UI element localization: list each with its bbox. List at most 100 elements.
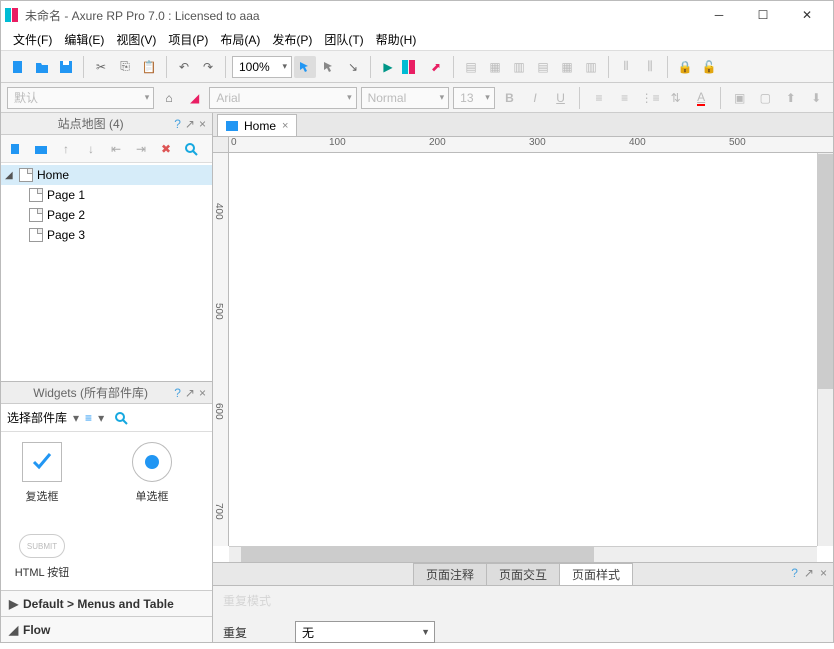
- tab-page-notes[interactable]: 页面注释: [413, 563, 487, 585]
- align-right-icon[interactable]: ▥: [508, 56, 530, 78]
- sitemap-toolbar: ↑ ↓ ⇤ ⇥ ✖: [1, 135, 212, 163]
- tab-label: Home: [244, 119, 276, 133]
- unlock-icon[interactable]: 🔓: [698, 56, 720, 78]
- design-canvas[interactable]: [229, 153, 817, 546]
- connector-icon[interactable]: ↘: [342, 56, 364, 78]
- view-list-icon[interactable]: ≡: [85, 411, 92, 425]
- menu-view[interactable]: 视图(V): [112, 29, 160, 50]
- vertical-scrollbar[interactable]: [817, 153, 833, 546]
- view-dropdown-icon[interactable]: ▾: [98, 411, 104, 425]
- tree-row-page1[interactable]: Page 1: [1, 185, 212, 205]
- tab-page-style[interactable]: 页面样式: [559, 563, 633, 585]
- menu-help[interactable]: 帮助(H): [372, 29, 421, 50]
- widgets-search-icon[interactable]: [110, 407, 132, 429]
- align-bottom-icon[interactable]: ▥: [580, 56, 602, 78]
- sitemap-search-icon[interactable]: [180, 138, 202, 160]
- redo-icon[interactable]: ↷: [197, 56, 219, 78]
- bold-icon[interactable]: B: [499, 87, 521, 109]
- front-icon[interactable]: ⬆: [780, 87, 802, 109]
- menu-publish[interactable]: 发布(P): [268, 29, 316, 50]
- select-mode-icon[interactable]: [294, 56, 316, 78]
- publish-icon[interactable]: [401, 56, 423, 78]
- save-icon[interactable]: [55, 56, 77, 78]
- text-align-left-icon[interactable]: ≡: [588, 87, 610, 109]
- lock-icon[interactable]: 🔒: [674, 56, 696, 78]
- category-menus-tables[interactable]: ▶ Default > Menus and Table: [1, 590, 212, 616]
- add-folder-icon[interactable]: [30, 138, 52, 160]
- move-up-icon[interactable]: ↑: [55, 138, 77, 160]
- group-icon[interactable]: ▣: [729, 87, 751, 109]
- menu-team[interactable]: 团队(T): [320, 29, 367, 50]
- open-file-icon[interactable]: [31, 56, 53, 78]
- paint-bucket-icon[interactable]: ◢: [184, 87, 206, 109]
- underline-icon[interactable]: U: [550, 87, 572, 109]
- category-flow[interactable]: ◢ Flow: [1, 616, 212, 642]
- delete-page-icon[interactable]: ✖: [155, 138, 177, 160]
- library-dropdown-icon[interactable]: ▾: [73, 411, 79, 425]
- menu-project[interactable]: 项目(P): [164, 29, 212, 50]
- align-top-icon[interactable]: ▤: [532, 56, 554, 78]
- align-center-icon[interactable]: ▦: [484, 56, 506, 78]
- repeat-dropdown[interactable]: 无: [295, 621, 435, 643]
- tree-row-page3[interactable]: Page 3: [1, 225, 212, 245]
- back-icon[interactable]: ⬇: [806, 87, 828, 109]
- menu-file[interactable]: 文件(F): [9, 29, 56, 50]
- horizontal-scrollbar[interactable]: [229, 546, 817, 562]
- collapse-icon[interactable]: ◢: [5, 170, 15, 181]
- library-selector-label[interactable]: 选择部件库: [7, 409, 67, 426]
- widget-grid: 复选框 单选框 SUBMIT HTML 按钮: [1, 432, 212, 590]
- undo-icon[interactable]: ↶: [173, 56, 195, 78]
- text-color-icon[interactable]: A: [690, 87, 712, 109]
- indent-icon[interactable]: ⇥: [130, 138, 152, 160]
- main-toolbar: ✂ ⎘ 📋 ↶ ↷ 100% ↘ ▶ ⬈ ▤ ▦ ▥ ▤ ▦ ▥ ⫴ ⫼ 🔒 🔓: [1, 51, 833, 83]
- distribute-v-icon[interactable]: ⫼: [639, 56, 661, 78]
- close-button[interactable]: ✕: [785, 3, 829, 27]
- select-contained-icon[interactable]: [318, 56, 340, 78]
- weight-dropdown[interactable]: Normal: [361, 87, 450, 109]
- tab-home[interactable]: Home ×: [217, 114, 297, 136]
- fontsize-dropdown[interactable]: 13: [453, 87, 495, 109]
- widgets-expand-icon[interactable]: ↗: [185, 386, 195, 400]
- format-toolbar: 默认 ⌂ ◢ Arial Normal 13 B I U ≡ ≡ ⋮≡ ⇅ A …: [1, 83, 833, 113]
- copy-icon[interactable]: ⎘: [114, 56, 136, 78]
- sitemap-close-icon[interactable]: ×: [199, 117, 206, 131]
- tab-page-interactions[interactable]: 页面交互: [486, 563, 560, 585]
- add-page-icon[interactable]: [5, 138, 27, 160]
- minimize-button[interactable]: ─: [697, 3, 741, 27]
- new-file-icon[interactable]: [7, 56, 29, 78]
- maximize-button[interactable]: ☐: [741, 3, 785, 27]
- tree-row-home[interactable]: ◢ Home: [1, 165, 212, 185]
- align-middle-icon[interactable]: ▦: [556, 56, 578, 78]
- outdent-icon[interactable]: ⇤: [105, 138, 127, 160]
- widget-html-button[interactable]: SUBMIT HTML 按钮: [7, 534, 77, 580]
- widgets-help-icon[interactable]: ?: [174, 386, 181, 400]
- widgets-close-icon[interactable]: ×: [199, 386, 206, 400]
- widget-checkbox[interactable]: 复选框: [7, 442, 77, 504]
- move-down-icon[interactable]: ↓: [80, 138, 102, 160]
- widget-radio[interactable]: 单选框: [117, 442, 187, 504]
- sitemap-expand-icon[interactable]: ↗: [185, 117, 195, 131]
- bottom-help-icon[interactable]: ?: [791, 566, 798, 580]
- bottom-close-icon[interactable]: ×: [820, 566, 827, 580]
- tree-row-page2[interactable]: Page 2: [1, 205, 212, 225]
- sitemap-help-icon[interactable]: ?: [174, 117, 181, 131]
- distribute-h-icon[interactable]: ⫴: [615, 56, 637, 78]
- cut-icon[interactable]: ✂: [90, 56, 112, 78]
- bottom-expand-icon[interactable]: ↗: [804, 566, 814, 580]
- text-align-center-icon[interactable]: ≡: [614, 87, 636, 109]
- italic-icon[interactable]: I: [524, 87, 546, 109]
- tab-close-icon[interactable]: ×: [282, 120, 288, 132]
- preview-icon[interactable]: ▶: [377, 56, 399, 78]
- style-dropdown[interactable]: 默认: [7, 87, 154, 109]
- ungroup-icon[interactable]: ▢: [754, 87, 776, 109]
- font-dropdown[interactable]: Arial: [209, 87, 356, 109]
- share-icon[interactable]: ⬈: [425, 56, 447, 78]
- format-painter-icon[interactable]: ⌂: [158, 87, 180, 109]
- align-left-icon[interactable]: ▤: [460, 56, 482, 78]
- paste-icon[interactable]: 📋: [138, 56, 160, 78]
- line-spacing-icon[interactable]: ⇅: [665, 87, 687, 109]
- zoom-combo[interactable]: 100%: [232, 56, 292, 78]
- bullets-icon[interactable]: ⋮≡: [639, 87, 661, 109]
- menu-edit[interactable]: 编辑(E): [60, 29, 108, 50]
- menu-arrange[interactable]: 布局(A): [216, 29, 264, 50]
